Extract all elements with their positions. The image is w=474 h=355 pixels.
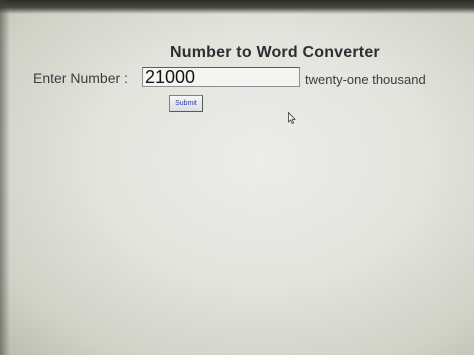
submit-button[interactable]: Submit xyxy=(169,95,203,112)
number-label: Enter Number : xyxy=(33,70,128,86)
monitor-bezel-top xyxy=(0,0,474,14)
number-input[interactable] xyxy=(142,67,300,87)
result-text: twenty-one thousand xyxy=(305,72,426,87)
page-title: Number to Word Converter xyxy=(170,44,380,61)
mouse-pointer-icon xyxy=(288,112,296,124)
monitor-bezel-left xyxy=(0,0,10,355)
